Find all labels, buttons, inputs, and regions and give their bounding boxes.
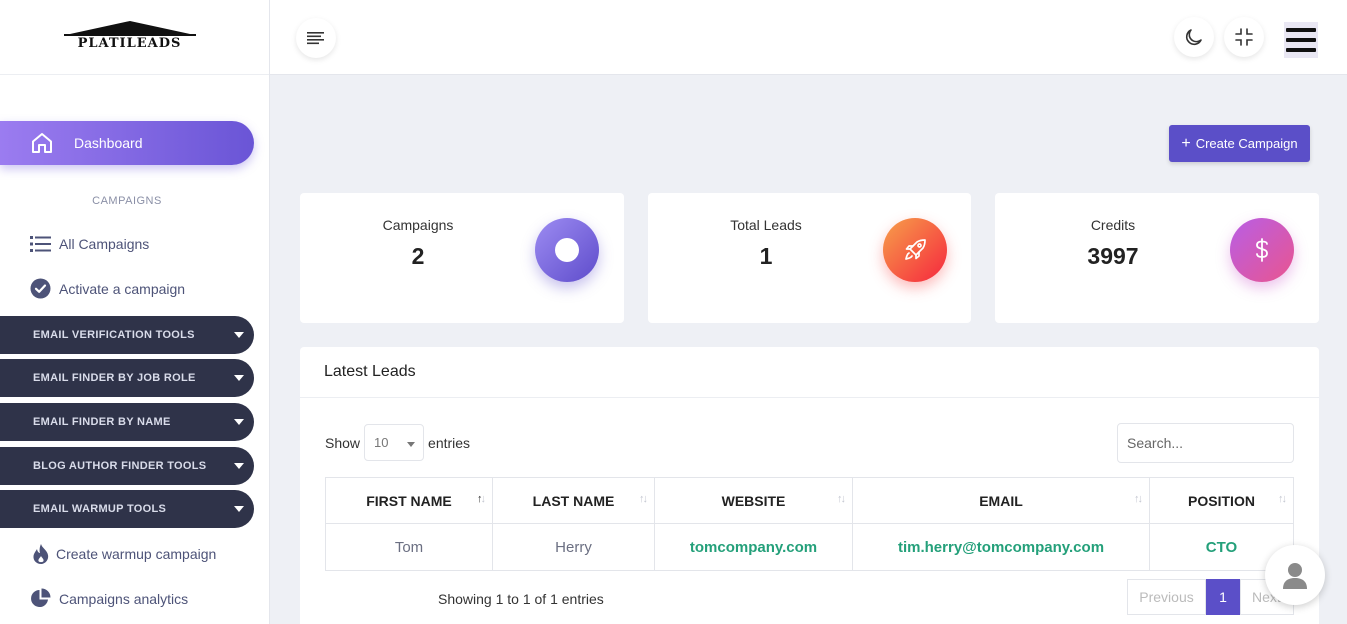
cell-first-name: Tom (325, 523, 493, 571)
sort-icon: ↑↓ (1278, 493, 1287, 505)
stat-label: Campaigns (382, 217, 454, 233)
user-avatar-icon (1283, 563, 1307, 589)
card-title: Latest Leads (300, 347, 1319, 398)
sidebar-group-blog-author-finder[interactable]: BLOG AUTHOR FINDER TOOLS (0, 447, 254, 485)
sidebar-item-label: Create warmup campaign (56, 545, 217, 562)
create-campaign-button[interactable]: + Create Campaign (1169, 125, 1310, 162)
sidebar-item-dashboard[interactable]: Dashboard (0, 121, 254, 165)
sidebar-group-label: EMAIL VERIFICATION TOOLS (33, 329, 195, 341)
hamburger-icon (1286, 28, 1316, 32)
latest-leads-card: Latest Leads Show 10 entries FIRST NAME↑… (300, 347, 1319, 624)
dark-mode-button[interactable] (1174, 17, 1214, 57)
cell-website[interactable]: tomcompany.com (654, 523, 853, 571)
sidebar-item-activate-campaign[interactable]: Activate a campaign (30, 278, 185, 299)
circle-dot-icon (535, 218, 599, 282)
stat-card-campaigns: Campaigns 2 (300, 193, 624, 323)
column-header-email[interactable]: EMAIL ↑↓ (852, 477, 1150, 524)
stat-label: Total Leads (730, 217, 802, 233)
rocket-icon (883, 218, 947, 282)
cell-last-name: Herry (492, 523, 655, 571)
brand-logo[interactable]: PLATILEADS (60, 17, 200, 57)
fullscreen-exit-button[interactable] (1224, 17, 1264, 57)
cell-email[interactable]: tim.herry@tomcompany.com (852, 523, 1150, 571)
sort-icon: ↑↓ (477, 493, 486, 505)
sidebar-group-email-finder-job-role[interactable]: EMAIL FINDER BY JOB ROLE (0, 359, 254, 397)
sidebar-item-label: Dashboard (74, 135, 143, 151)
caret-down-icon (234, 332, 244, 338)
create-campaign-label: Create Campaign (1195, 136, 1298, 151)
pagination-page-button[interactable]: 1 (1206, 579, 1240, 615)
plus-icon: + (1181, 134, 1191, 152)
stat-value: 1 (759, 243, 773, 269)
column-header-first-name[interactable]: FIRST NAME ↑↓ (325, 477, 493, 524)
entries-label: entries (428, 434, 471, 451)
collapse-icon (1235, 28, 1253, 46)
sidebar: PLATILEADS Dashboard CAMPAIGNS All Campa… (0, 0, 270, 624)
caret-down-icon (234, 419, 244, 425)
column-header-position[interactable]: POSITION ↑↓ (1149, 477, 1294, 524)
stat-label: Credits (1090, 217, 1136, 233)
pagination-previous-button[interactable]: Previous (1127, 579, 1206, 615)
column-header-last-name[interactable]: LAST NAME ↑↓ (492, 477, 655, 524)
caret-down-icon (234, 463, 244, 469)
home-icon (32, 133, 52, 153)
stat-value: 2 (411, 243, 425, 269)
sidebar-group-label: EMAIL FINDER BY NAME (33, 416, 171, 428)
sidebar-item-campaigns-analytics[interactable]: Campaigns analytics (30, 588, 188, 609)
sidebar-group-label: EMAIL WARMUP TOOLS (33, 503, 167, 515)
stat-value: 3997 (1087, 243, 1139, 269)
stat-card-total-leads: Total Leads 1 (648, 193, 971, 323)
sidebar-group-email-finder-name[interactable]: EMAIL FINDER BY NAME (0, 403, 254, 441)
column-header-website[interactable]: WEBSITE ↑↓ (654, 477, 853, 524)
sort-icon: ↑↓ (837, 493, 846, 505)
fire-icon (30, 543, 51, 564)
show-label: Show (325, 434, 361, 451)
sidebar-item-label: All Campaigns (59, 235, 150, 252)
stat-card-credits: Credits 3997 (995, 193, 1319, 323)
table-header-row: FIRST NAME ↑↓ LAST NAME ↑↓ WEBSITE ↑↓ EMAIL… (325, 477, 1294, 524)
sidebar-group-email-verification[interactable]: EMAIL VERIFICATION TOOLS (0, 316, 254, 354)
sidebar-item-create-warmup[interactable]: Create warmup campaign (30, 543, 216, 564)
sidebar-item-label: Campaigns analytics (59, 590, 189, 607)
sidebar-item-all-campaigns[interactable]: All Campaigns (30, 233, 149, 254)
menu-lines-icon (307, 32, 324, 45)
table-row: Tom Herry tomcompany.com tim.herry@tomco… (325, 523, 1294, 571)
caret-down-icon (234, 375, 244, 381)
caret-down-icon (234, 506, 244, 512)
logo-roof-icon (69, 21, 190, 34)
brand-name: PLATILEADS (77, 36, 182, 51)
pie-chart-icon (30, 588, 51, 609)
page-length-control: Show 10 entries (325, 424, 470, 461)
main-menu-button[interactable] (1284, 22, 1318, 58)
table-info: Showing 1 to 1 of 1 entries (438, 591, 604, 607)
sidebar-group-email-warmup[interactable]: EMAIL WARMUP TOOLS (0, 490, 254, 528)
page-length-select[interactable]: 10 (364, 424, 425, 461)
dollar-icon (1230, 218, 1294, 282)
support-chat-button[interactable] (1265, 545, 1325, 605)
sort-icon: ↑↓ (639, 493, 648, 505)
caret-down-icon (407, 442, 416, 447)
sidebar-toggle-button[interactable] (296, 18, 336, 58)
sidebar-group-label: BLOG AUTHOR FINDER TOOLS (33, 460, 207, 472)
sidebar-group-label: EMAIL FINDER BY JOB ROLE (33, 372, 196, 384)
list-icon (30, 233, 51, 254)
check-circle-icon (30, 278, 51, 299)
sidebar-item-label: Activate a campaign (59, 280, 186, 297)
logo-area: PLATILEADS (0, 0, 269, 75)
moon-icon (1185, 29, 1202, 46)
leads-table: FIRST NAME ↑↓ LAST NAME ↑↓ WEBSITE ↑↓ EMAIL… (325, 477, 1294, 571)
section-label-campaigns: CAMPAIGNS (92, 195, 162, 207)
topbar (270, 0, 1347, 75)
search-input[interactable] (1117, 423, 1294, 463)
sort-icon: ↑↓ (1134, 493, 1143, 505)
